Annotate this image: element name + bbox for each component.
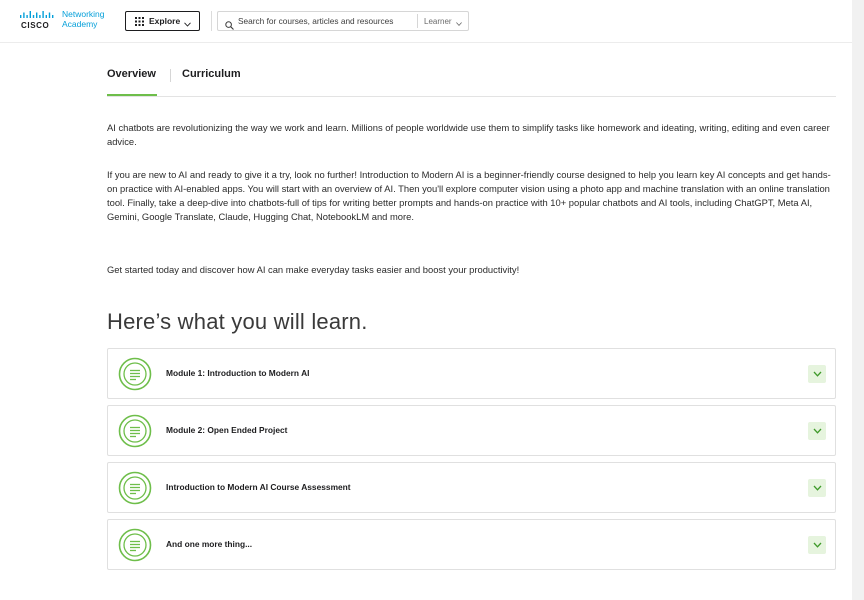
top-header: CISCO Networking Academy Explore Learner (0, 0, 852, 43)
overview-paragraph: If you are new to AI and ready to give i… (107, 169, 831, 222)
module-title: And one more thing... (166, 539, 253, 549)
module-title: Module 1: Introduction to Modern AI (166, 368, 310, 378)
grid-icon (135, 16, 144, 26)
cisco-wordmark: CISCO (21, 21, 50, 30)
cisco-bars-icon (20, 11, 60, 20)
module-accordion-item[interactable]: Module 1: Introduction to Modern AI (107, 348, 836, 399)
chevron-down-icon (813, 428, 821, 434)
expand-button[interactable] (808, 422, 826, 440)
search-input[interactable] (238, 13, 434, 29)
cisco-networking-academy-logo[interactable]: CISCO Networking Academy (20, 9, 112, 34)
document-lines-icon (118, 357, 152, 391)
tab-curriculum[interactable]: Curriculum (182, 68, 241, 80)
search-divider (417, 14, 418, 28)
expand-button[interactable] (808, 536, 826, 554)
chevron-down-icon (813, 371, 821, 377)
chevron-down-icon (184, 19, 192, 27)
module-accordion-item[interactable]: And one more thing... (107, 519, 836, 570)
role-select-value: Learner (424, 16, 452, 26)
tab-divider (170, 69, 171, 82)
search-bar[interactable]: Learner (217, 11, 469, 31)
module-accordion-item[interactable]: Introduction to Modern AI Course Assessm… (107, 462, 836, 513)
document-lines-icon (118, 414, 152, 448)
learn-heading: Here’s what you will learn. (107, 309, 368, 334)
module-accordion-item[interactable]: Module 2: Open Ended Project (107, 405, 836, 456)
search-icon (225, 17, 234, 30)
brand-line-academy: Academy (62, 18, 98, 29)
document-lines-icon (118, 471, 152, 505)
explore-button[interactable]: Explore (125, 11, 200, 31)
active-tab-indicator (107, 94, 157, 96)
page-scrollbar[interactable] (852, 0, 864, 600)
document-lines-icon (118, 528, 152, 562)
module-title: Introduction to Modern AI Course Assessm… (166, 482, 351, 492)
chevron-down-icon (813, 485, 821, 491)
expand-button[interactable] (808, 479, 826, 497)
chevron-down-icon (813, 542, 821, 548)
overview-paragraph: Get started today and discover how AI ca… (107, 264, 520, 275)
explore-label: Explore (149, 16, 181, 26)
chevron-down-icon (455, 19, 462, 26)
brand-name: Networking Academy (62, 9, 105, 29)
course-tabs: Overview Curriculum (107, 60, 836, 97)
overview-paragraph: AI chatbots are revolutionizing the way … (107, 122, 830, 147)
header-divider (211, 11, 212, 31)
module-title: Module 2: Open Ended Project (166, 425, 288, 435)
tab-overview[interactable]: Overview (107, 68, 156, 80)
role-select[interactable]: Learner (424, 15, 462, 27)
expand-button[interactable] (808, 365, 826, 383)
